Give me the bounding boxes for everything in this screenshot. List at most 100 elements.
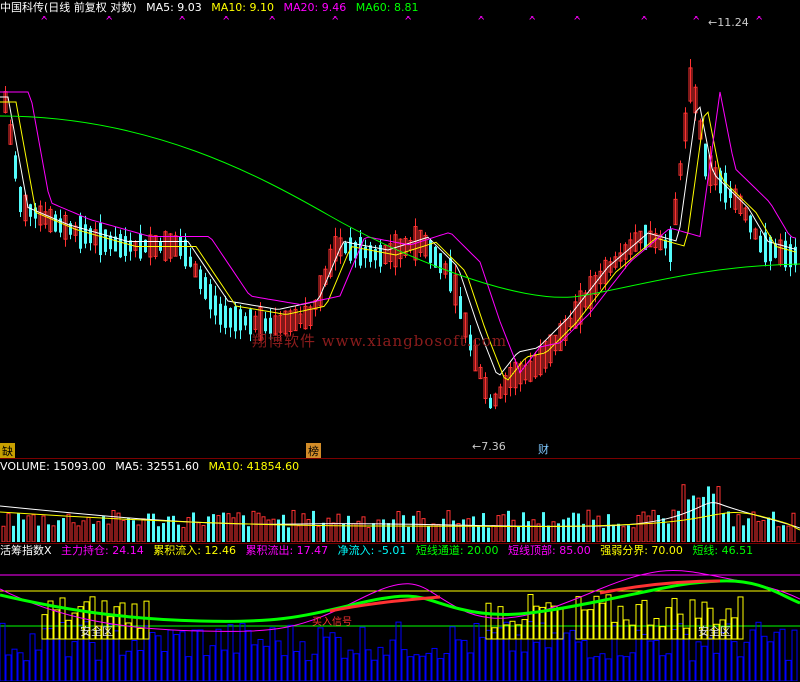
volume-bar-up: [296, 525, 301, 542]
event-marker-icon: ×: [573, 16, 581, 23]
holding-bar: [245, 629, 252, 681]
holding-bar: [455, 639, 462, 681]
candle-down: [784, 240, 787, 268]
holding-bar: [473, 623, 480, 681]
holding-bar: [533, 641, 540, 681]
holding-bar: [563, 632, 570, 681]
holding-bar: [41, 628, 48, 681]
volume-bar-up: [256, 512, 261, 542]
volume-legend: VOLUME: 15093.00 MA5: 32551.60 MA10: 418…: [0, 460, 305, 474]
holding-bar: [671, 628, 678, 681]
volume-bar-down: [547, 525, 550, 542]
holding-bar: [215, 628, 222, 681]
volume-bar-up: [336, 513, 341, 542]
volume-bar-down: [542, 512, 545, 542]
price-chart[interactable]: × × × × × × × × × × × × ×: [0, 16, 800, 456]
holding-bar: [53, 638, 60, 681]
inflow-bar: [653, 617, 660, 640]
buy-signal-label: 买入信号: [312, 617, 352, 628]
ma60-value: MA60: 8.81: [355, 1, 419, 14]
volume-bar-down: [57, 520, 60, 542]
volume-bar-up: [81, 520, 86, 542]
volume-bar-up: [466, 518, 471, 542]
holding-bar: [185, 656, 192, 681]
holding-bar: [431, 647, 438, 681]
strength-boundary: 强弱分界: 70.00: [600, 544, 683, 557]
volume-bar-up: [76, 525, 81, 542]
volume-bar-up: [111, 509, 116, 542]
holding-bar: [419, 655, 426, 681]
holding-bar: [305, 660, 312, 681]
holding-bar: [287, 624, 294, 681]
event-tag-finance[interactable]: 财: [536, 441, 551, 457]
inflow-bar: [527, 594, 534, 640]
holding-bar: [23, 660, 30, 681]
ma20-value: MA20: 9.46: [283, 1, 347, 14]
volume-bar-down: [707, 486, 710, 542]
holding-bar: [677, 623, 684, 681]
candle-down: [79, 215, 82, 249]
holding-bar: [707, 637, 714, 681]
holding-bar: [749, 629, 756, 681]
volume-bar-down: [62, 518, 65, 542]
holding-bar: [407, 656, 414, 681]
candle-down: [104, 229, 107, 252]
holding-bar: [17, 652, 24, 681]
volume-bar-down: [772, 511, 775, 542]
holding-bar: [299, 641, 306, 681]
volume-bar-down: [132, 520, 135, 542]
event-marker-icon: ×: [331, 16, 339, 23]
volume-bar-up: [51, 525, 56, 542]
holding-bar: [503, 621, 510, 681]
volume-bar-up: [326, 517, 331, 542]
volume-ma10: MA10: 41854.60: [208, 460, 300, 473]
event-marker-icon: ×: [692, 16, 700, 23]
volume-bar-up: [596, 515, 601, 542]
volume-bar-up: [66, 513, 71, 542]
event-tag-list[interactable]: 榜: [306, 443, 321, 459]
holding-bar: [653, 639, 660, 681]
chart-title: 中国科传(日线 前复权 对数): [0, 1, 137, 14]
volume-bar-up: [511, 519, 516, 542]
inflow-bar: [617, 605, 624, 640]
holding-bar: [743, 641, 750, 681]
indicator-chart[interactable]: [0, 559, 800, 681]
cumulative-outflow: 累积流出: 17.47: [245, 544, 329, 557]
holding-bar: [257, 638, 264, 681]
volume-bar-down: [727, 511, 730, 542]
volume-bar-down: [747, 518, 750, 542]
volume-bar-up: [26, 515, 31, 542]
volume-bar-up: [316, 525, 321, 542]
candle-down: [14, 155, 17, 179]
holding-bar: [635, 629, 642, 681]
candle-down: [184, 239, 187, 267]
volume-bar-down: [222, 512, 225, 542]
holding-bar: [113, 630, 120, 681]
event-tag-gap[interactable]: 缺: [0, 443, 15, 459]
volume-bar-up: [301, 513, 306, 542]
volume-bar-down: [617, 523, 620, 542]
volume-bar-down: [667, 523, 670, 542]
volume-bar-down: [37, 525, 40, 542]
holding-bar: [461, 639, 468, 681]
candle-down: [214, 295, 217, 316]
candle-down: [109, 235, 112, 250]
candle-down: [99, 222, 102, 256]
indicator-name: 活筹指数X: [0, 544, 52, 557]
candle-down: [749, 215, 752, 233]
high-price-marker: ←11.24: [708, 16, 749, 29]
volume-bar-down: [627, 525, 630, 542]
holding-bar: [551, 632, 558, 681]
volume-chart[interactable]: [0, 476, 800, 542]
inflow-bar: [143, 600, 150, 640]
inflow-bar: [689, 599, 696, 640]
holding-bar: [251, 644, 258, 681]
volume-bar-up: [361, 516, 366, 542]
inflow-bar: [575, 596, 582, 640]
volume-bar-down: [277, 519, 280, 542]
volume-bar-up: [356, 520, 361, 542]
volume-bar-down: [157, 526, 160, 542]
volume-bar-down: [487, 527, 490, 542]
holding-bar: [701, 645, 708, 681]
holding-bar: [263, 645, 270, 681]
